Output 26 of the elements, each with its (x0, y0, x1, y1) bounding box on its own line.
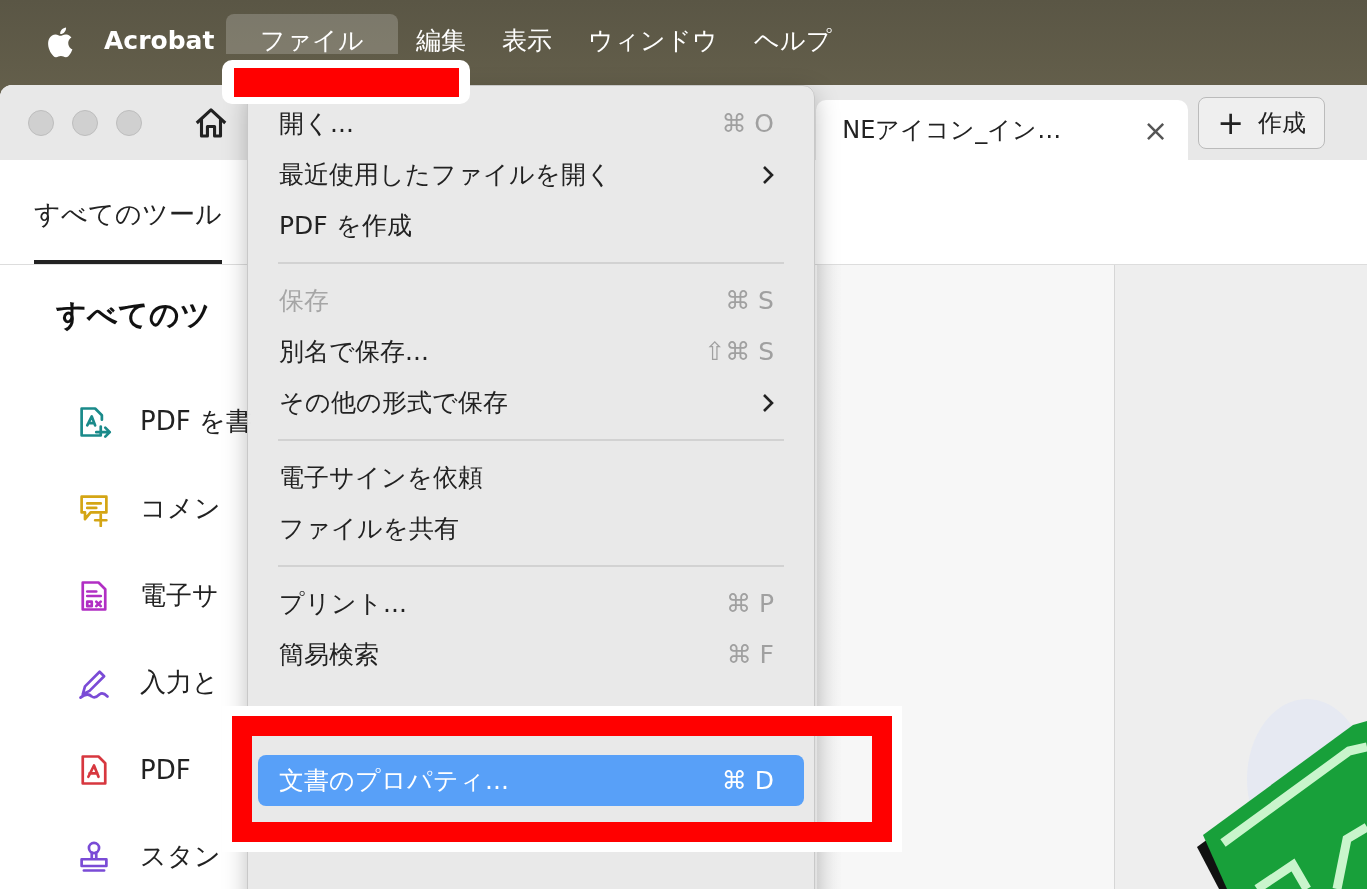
document-tab[interactable]: NEアイコン_イン… × (816, 100, 1189, 160)
menu-item[interactable]: PDF を作成 (258, 200, 804, 251)
app-menu[interactable]: Acrobat (104, 20, 215, 55)
tools-tab[interactable]: すべてのツール (34, 197, 222, 264)
menu-item[interactable]: ファイルを共有 (258, 503, 804, 554)
close-button[interactable]: × (1143, 112, 1169, 148)
menu-item[interactable]: 電子サインを依頼 (258, 452, 804, 503)
tool-label[interactable]: PDF (140, 754, 191, 785)
menu-item[interactable]: 開く... ⌘ O (258, 98, 804, 149)
menu-item[interactable]: 簡易検索 ⌘ F (258, 629, 804, 680)
panel-heading: すべてのツ (56, 296, 211, 334)
menu-item[interactable]: 最近使用したファイルを開く (258, 149, 804, 200)
tool-label[interactable]: 入力と (140, 665, 219, 700)
menu-bar-item[interactable]: 編集 (398, 14, 485, 54)
menu-item[interactable]: プリント... ⌘ P (258, 578, 804, 629)
tool-label[interactable]: スタン (140, 839, 221, 874)
menu-item[interactable]: その他の形式で保存 (258, 377, 804, 428)
menu-item[interactable]: 別名で保存... ⇧⌘ S (258, 326, 804, 377)
menu-bar-item[interactable]: ファイル (226, 14, 399, 54)
menu-bar-item[interactable]: ウィンドウ (570, 14, 737, 54)
tool-label[interactable]: 電子サ (140, 578, 219, 613)
tab-title: NEアイコン_イン… (842, 115, 1062, 146)
menu-bar-item[interactable]: 表示 (484, 14, 571, 54)
menu-bar-item[interactable]: ヘルプ (736, 14, 851, 54)
tool-label[interactable]: コメン (140, 491, 221, 526)
create-button[interactable]: + 作成 (1198, 96, 1325, 149)
